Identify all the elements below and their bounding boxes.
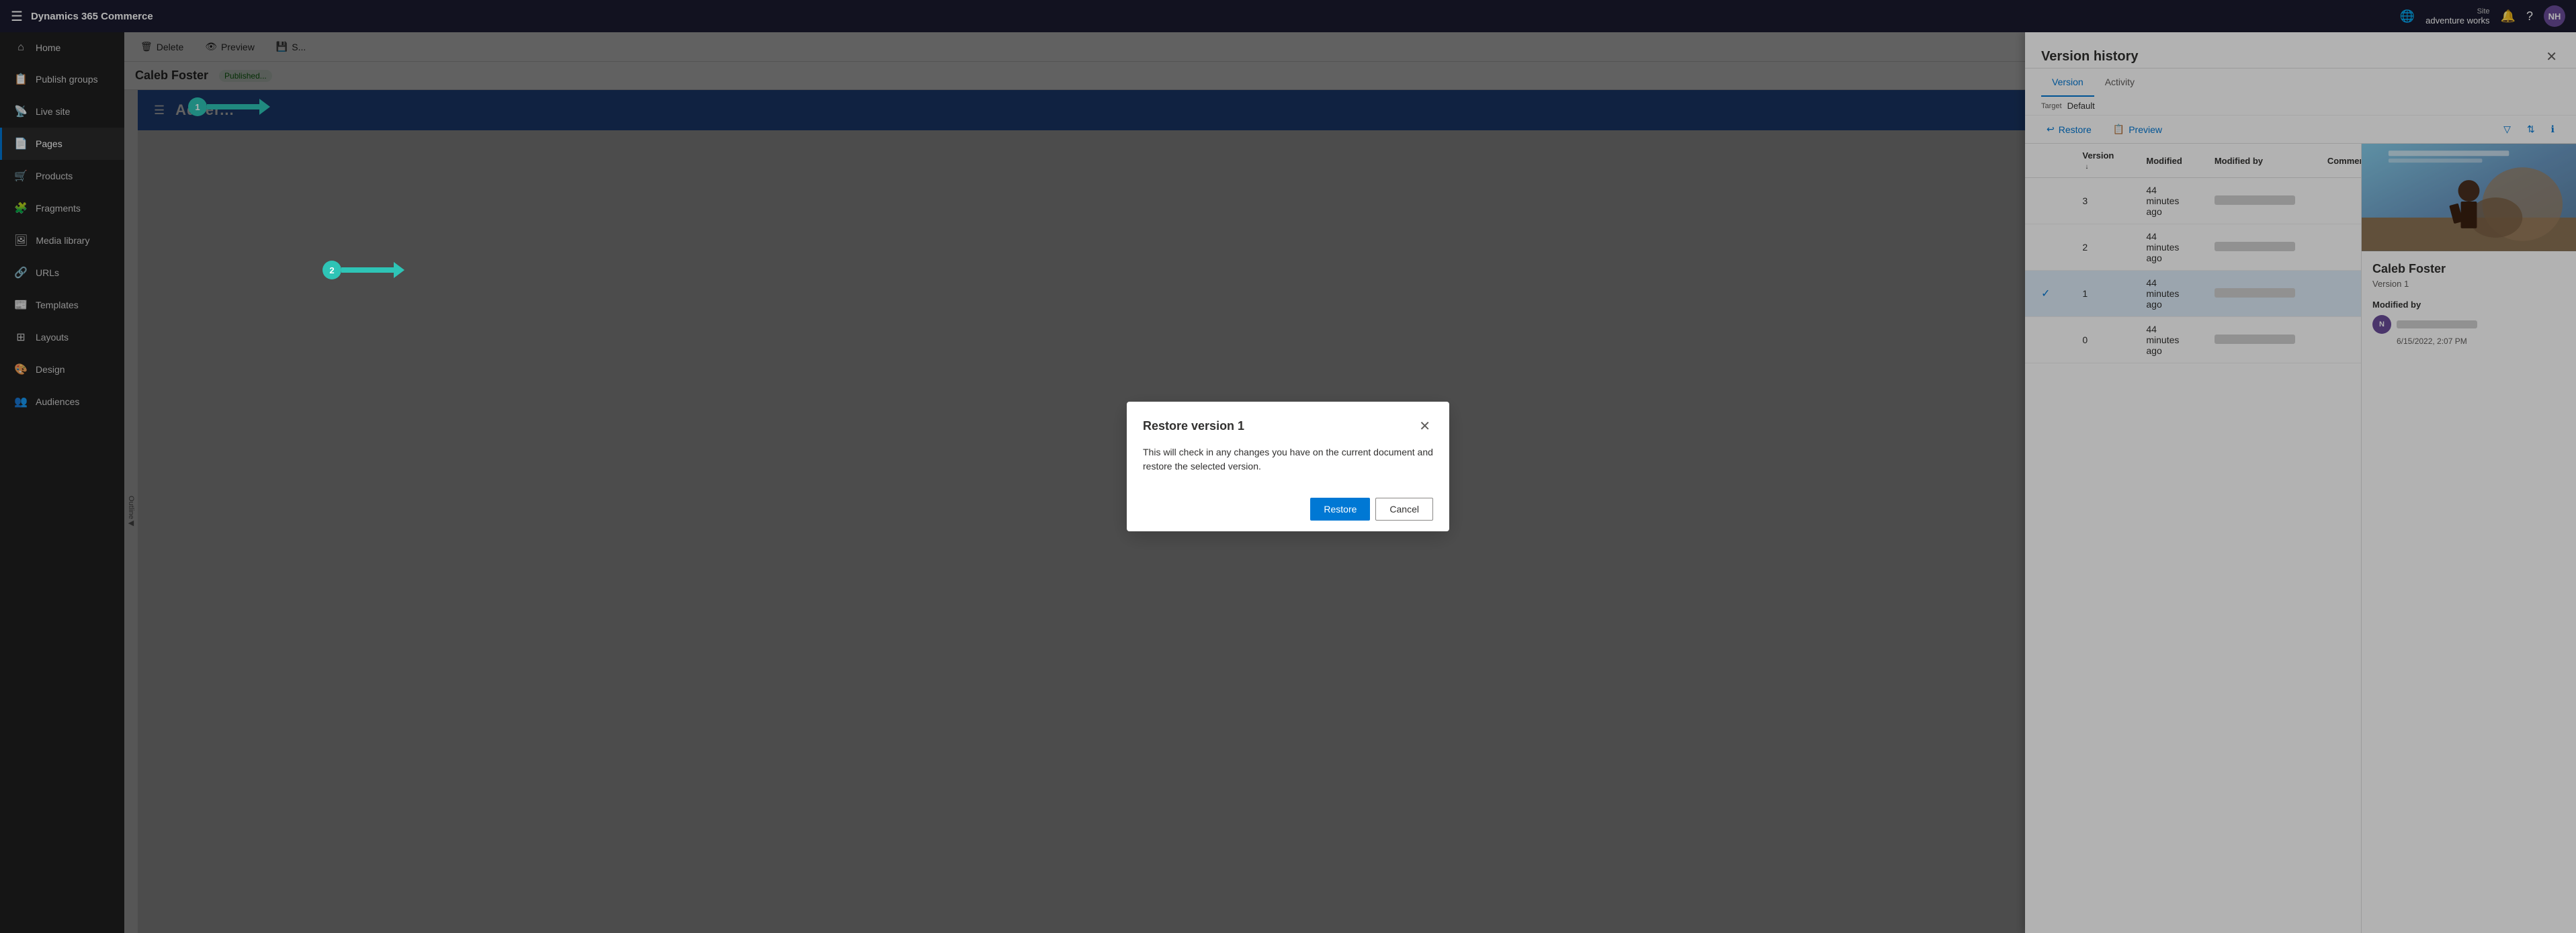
modal-title: Restore version 1 bbox=[1143, 419, 1244, 433]
cancel-button[interactable]: Cancel bbox=[1375, 498, 1433, 521]
modal-body: This will check in any changes you have … bbox=[1127, 445, 1449, 487]
modal-header: Restore version 1 ✕ bbox=[1127, 402, 1449, 445]
arrow-badge-2: 2 bbox=[323, 261, 341, 279]
modal-footer: Restore Cancel bbox=[1127, 487, 1449, 531]
arrow-annotation-2: 2 bbox=[323, 261, 395, 279]
close-modal-button[interactable]: ✕ bbox=[1416, 415, 1433, 437]
restore-modal: Restore version 1 ✕ This will check in a… bbox=[1127, 402, 1449, 531]
modal-body-text: This will check in any changes you have … bbox=[1143, 445, 1433, 474]
modal-overlay: Restore version 1 ✕ This will check in a… bbox=[0, 0, 2576, 933]
restore-confirm-button[interactable]: Restore bbox=[1310, 498, 1370, 521]
arrow-body-2 bbox=[341, 267, 395, 273]
